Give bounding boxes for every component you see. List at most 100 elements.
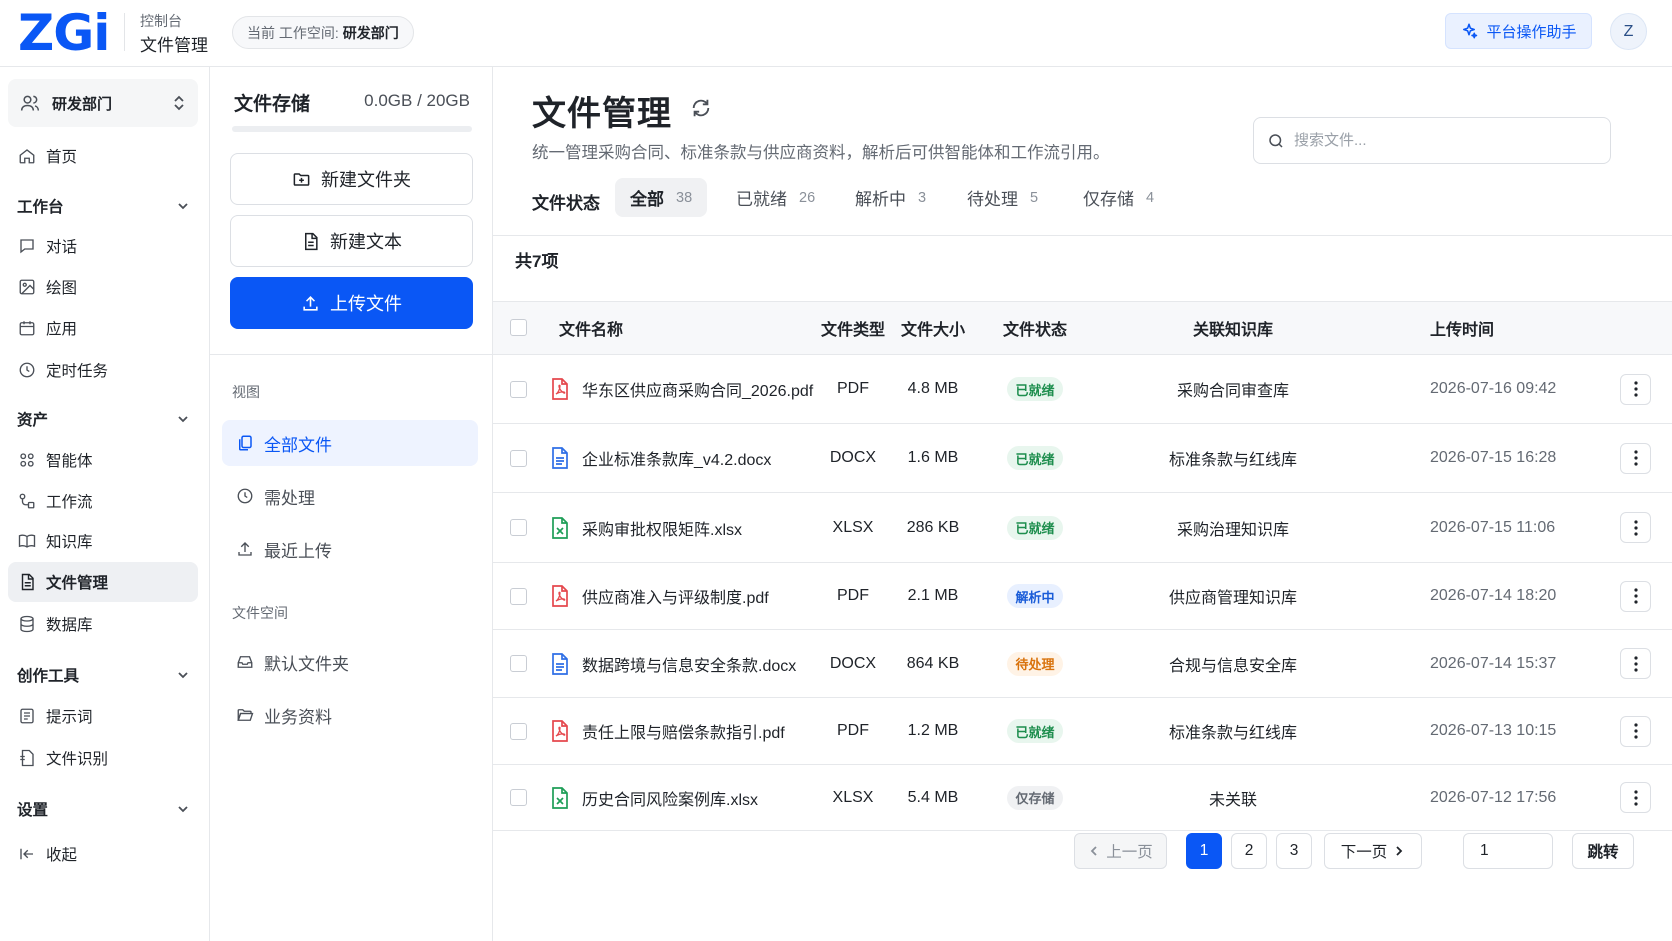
table-row[interactable]: 数据跨境与信息安全条款.docx DOCX 864 KB 待处理 合规与信息安全库 202…	[493, 630, 1672, 698]
collapse-icon	[18, 845, 36, 863]
logo[interactable]: ZGi	[18, 6, 110, 61]
tab-count: 26	[799, 189, 816, 206]
tab-label: 解析中	[855, 190, 906, 209]
table-row[interactable]: 责任上限与赔偿条款指引.pdf PDF 1.2 MB 已就绪 标准条款与红线库 2026-…	[493, 698, 1672, 765]
space-default-folder[interactable]: 默认文件夹	[222, 639, 478, 685]
row-more-button[interactable]	[1620, 442, 1651, 474]
status-filter-label: 文件状态	[532, 194, 600, 213]
file-name: 华东区供应商采购合同_2026.pdf	[582, 383, 814, 400]
sidebar-item-chat[interactable]: 对话	[8, 226, 198, 266]
sidebar-item-apps[interactable]: 应用	[8, 308, 198, 348]
sidebar-item-scheduled[interactable]: 定时任务	[8, 350, 198, 390]
more-vertical-icon	[1633, 588, 1638, 604]
col-type[interactable]: 文件类型	[813, 302, 893, 354]
page-3-button[interactable]: 3	[1276, 833, 1312, 869]
file-name-cell[interactable]: 供应商准入与评级制度.pdf	[550, 563, 769, 629]
file-name-cell[interactable]: 采购审批权限矩阵.xlsx	[550, 493, 742, 562]
table-row[interactable]: 企业标准条款库_v4.2.docx DOCX 1.6 MB 已就绪 标准条款与红线库 20…	[493, 424, 1672, 493]
section-settings[interactable]: 设置	[17, 798, 190, 820]
view-recent-uploads[interactable]: 最近上传	[222, 526, 478, 572]
col-size[interactable]: 文件大小	[893, 302, 973, 354]
prev-page-button[interactable]: 上一页	[1074, 833, 1167, 869]
sidebar-item-draw[interactable]: 绘图	[8, 267, 198, 307]
tab-parsing[interactable]: 解析中 3	[840, 178, 941, 217]
new-text-button[interactable]: 新建文本	[230, 215, 473, 267]
table-row[interactable]: 历史合同风险案例库.xlsx XLSX 5.4 MB 仅存储 未关联 2026-07-12…	[493, 765, 1672, 831]
jump-page-input[interactable]	[1463, 833, 1553, 869]
col-kb[interactable]: 关联知识库	[1153, 302, 1313, 354]
col-time[interactable]: 上传时间	[1430, 302, 1494, 354]
knowledge-base: 采购治理知识库	[1176, 521, 1289, 539]
new-folder-button[interactable]: 新建文件夹	[230, 153, 473, 205]
search-box[interactable]	[1253, 117, 1611, 164]
section-creator-tools[interactable]: 创作工具	[17, 664, 190, 686]
sidebar-item-workflow[interactable]: 工作流	[8, 481, 198, 521]
row-checkbox[interactable]	[510, 449, 527, 467]
row-checkbox[interactable]	[510, 380, 527, 398]
row-checkbox[interactable]	[510, 655, 527, 672]
upload-icon	[301, 294, 320, 313]
page-1-button[interactable]: 1	[1186, 833, 1222, 869]
row-checkbox[interactable]	[510, 722, 527, 740]
row-checkbox[interactable]	[510, 519, 527, 536]
view-needs-action[interactable]: 需处理	[222, 473, 478, 519]
sidebar-item-ocr[interactable]: 文件识别	[8, 738, 198, 778]
clock-icon	[236, 487, 254, 505]
file-name-cell[interactable]: 企业标准条款库_v4.2.docx	[550, 424, 771, 492]
select-all-checkbox[interactable]	[510, 319, 527, 336]
more-vertical-icon	[1633, 723, 1638, 739]
status-cell: 待处理	[990, 630, 1080, 697]
row-more-button[interactable]	[1620, 580, 1651, 612]
avatar[interactable]: Z	[1610, 13, 1647, 50]
table-row[interactable]: 华东区供应商采购合同_2026.pdf PDF 4.8 MB 已就绪 采购合同审查库 20…	[493, 355, 1672, 424]
refresh-button[interactable]	[690, 97, 712, 123]
file-size: 2.1 MB	[907, 587, 959, 604]
status-badge: 已就绪	[1007, 719, 1063, 743]
tab-label: 待处理	[967, 190, 1018, 209]
tab-storage-only[interactable]: 仅存储 4	[1068, 178, 1169, 217]
row-more-button[interactable]	[1620, 648, 1651, 679]
upload-button[interactable]: 上传文件	[230, 277, 473, 329]
upload-icon	[236, 540, 254, 558]
pdf-icon	[550, 378, 570, 400]
table-row[interactable]: 采购审批权限矩阵.xlsx XLSX 286 KB 已就绪 采购治理知识库 2026-07…	[493, 493, 1672, 563]
file-name-cell[interactable]: 责任上限与赔偿条款指引.pdf	[550, 698, 785, 764]
sidebar-item-label: 文件管理	[46, 575, 109, 592]
tab-ready[interactable]: 已就绪 26	[721, 178, 830, 217]
sidebar-item-files[interactable]: 文件管理	[8, 562, 198, 602]
section-assets[interactable]: 资产	[17, 408, 190, 430]
upload-label: 上传文件	[330, 294, 402, 314]
assistant-button[interactable]: 平台操作助手	[1445, 13, 1592, 49]
sidebar-item-knowledge[interactable]: 知识库	[8, 521, 198, 561]
col-status[interactable]: 文件状态	[990, 302, 1080, 354]
total-count: 共7项	[515, 252, 559, 271]
table-row[interactable]: 供应商准入与评级制度.pdf PDF 2.1 MB 解析中 供应商管理知识库 2026-0…	[493, 563, 1672, 630]
workspace-prefix: 当前 工作空间:	[247, 24, 339, 41]
col-name[interactable]: 文件名称	[559, 302, 623, 354]
row-more-button[interactable]	[1620, 373, 1651, 405]
row-more-button[interactable]	[1620, 512, 1651, 543]
row-checkbox[interactable]	[510, 587, 527, 605]
space-business-docs[interactable]: 业务资料	[222, 692, 478, 738]
dept-switcher[interactable]: 研发部门	[8, 79, 198, 127]
next-page-button[interactable]: 下一页	[1324, 833, 1422, 869]
view-all-files[interactable]: 全部文件	[222, 420, 478, 466]
section-workbench[interactable]: 工作台	[17, 195, 190, 217]
row-more-button[interactable]	[1620, 782, 1651, 813]
row-checkbox[interactable]	[510, 789, 527, 806]
page-2-button[interactable]: 2	[1231, 833, 1267, 869]
sidebar-item-agents[interactable]: 智能体	[8, 440, 198, 480]
row-more-button[interactable]	[1620, 715, 1651, 747]
file-name-cell[interactable]: 历史合同风险案例库.xlsx	[550, 765, 758, 830]
sidebar-item-home[interactable]: 首页	[8, 136, 198, 176]
collapse-button[interactable]: 收起	[8, 834, 198, 874]
file-name-cell[interactable]: 数据跨境与信息安全条款.docx	[550, 630, 796, 697]
jump-button[interactable]: 跳转	[1572, 833, 1634, 869]
sidebar-item-prompts[interactable]: 提示词	[8, 696, 198, 736]
sidebar-item-database[interactable]: 数据库	[8, 604, 198, 644]
search-input[interactable]	[1294, 132, 1594, 149]
file-name-cell[interactable]: 华东区供应商采购合同_2026.pdf	[550, 355, 813, 423]
workspace-pill[interactable]: 当前 工作空间: 研发部门	[232, 16, 414, 49]
tab-pending[interactable]: 待处理 5	[952, 178, 1053, 217]
tab-all[interactable]: 全部 38	[615, 178, 708, 217]
